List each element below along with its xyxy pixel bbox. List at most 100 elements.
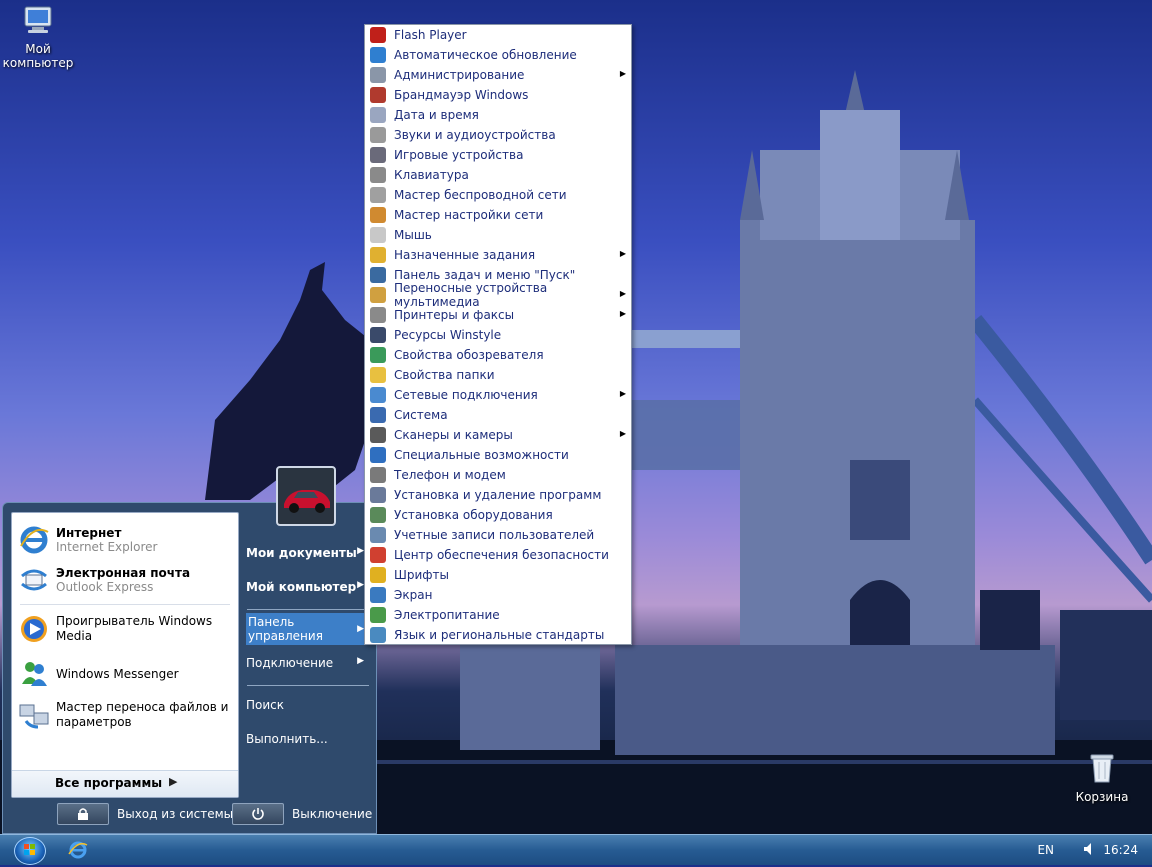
chevron-right-icon: ▶ <box>619 309 626 318</box>
chevron-right-icon: ▶ <box>357 656 364 666</box>
control-panel-item-label: Ресурсы Winstyle <box>394 328 502 342</box>
recycle-bin-icon <box>1066 752 1138 787</box>
language-indicator[interactable]: EN <box>1037 843 1054 857</box>
control-panel-item[interactable]: Автоматическое обновление <box>365 45 631 65</box>
pinned-subtitle: Outlook Express <box>56 580 154 594</box>
recent-windows-media-player[interactable]: Проигрыватель Windows Media <box>18 609 232 649</box>
control-panel-item[interactable]: Установка оборудования <box>365 505 631 525</box>
right-item-label: Подключение <box>246 656 334 670</box>
control-panel-applet-icon <box>370 87 386 103</box>
control-panel-item[interactable]: Сетевые подключения ▶ <box>365 385 631 405</box>
control-panel-item[interactable]: Специальные возможности <box>365 445 631 465</box>
control-panel-item-label: Установка оборудования <box>394 508 553 522</box>
chevron-right-icon: ▶ <box>619 69 626 78</box>
volume-icon[interactable] <box>1082 841 1096 860</box>
control-panel-applet-icon <box>370 207 386 223</box>
chevron-right-icon: ▶ <box>619 389 626 398</box>
control-panel-item[interactable]: Язык и региональные стандарты <box>365 625 631 645</box>
control-panel-item[interactable]: Клавиатура <box>365 165 631 185</box>
car-avatar-icon <box>278 468 334 524</box>
internet-explorer-icon <box>68 841 88 859</box>
control-panel-item[interactable]: Мастер беспроводной сети <box>365 185 631 205</box>
control-panel-item[interactable]: Брандмауэр Windows <box>365 85 631 105</box>
right-separator <box>247 609 369 610</box>
control-panel-applet-icon <box>370 427 386 443</box>
desktop-icon-my-computer[interactable]: Мой компьютер <box>2 4 74 70</box>
right-item-connect[interactable]: Подключение ▶ <box>246 656 370 676</box>
shutdown-button[interactable]: Выключение <box>232 803 372 825</box>
control-panel-item[interactable]: Электропитание <box>365 605 631 625</box>
control-panel-item-label: Специальные возможности <box>394 448 569 462</box>
control-panel-item[interactable]: Центр обеспечения безопасности <box>365 545 631 565</box>
control-panel-applet-icon <box>370 227 386 243</box>
control-panel-item[interactable]: Дата и время <box>365 105 631 125</box>
clock[interactable]: 16:24 <box>1103 843 1138 857</box>
control-panel-item[interactable]: Ресурсы Winstyle <box>365 325 631 345</box>
windows-messenger-icon <box>18 658 50 690</box>
right-item-search[interactable]: Поиск <box>246 698 370 718</box>
control-panel-applet-icon <box>370 447 386 463</box>
control-panel-applet-icon <box>370 247 386 263</box>
control-panel-item-label: Шрифты <box>394 568 449 582</box>
outlook-express-icon <box>18 564 50 596</box>
control-panel-item-label: Язык и региональные стандарты <box>394 628 605 642</box>
recent-label: Windows Messenger <box>56 666 179 681</box>
quicklaunch-internet-explorer[interactable] <box>68 840 88 863</box>
internet-explorer-icon <box>18 524 50 556</box>
control-panel-applet-icon <box>370 107 386 123</box>
control-panel-item[interactable]: Экран <box>365 585 631 605</box>
start-menu: Интернет Internet Explorer Электронная по… <box>2 502 377 834</box>
pinned-subtitle: Internet Explorer <box>56 540 158 554</box>
control-panel-applet-icon <box>370 527 386 543</box>
control-panel-item[interactable]: Шрифты <box>365 565 631 585</box>
control-panel-item[interactable]: Звуки и аудиоустройства <box>365 125 631 145</box>
pinned-email[interactable]: Электронная почта Outlook Express <box>18 560 232 600</box>
control-panel-applet-icon <box>370 367 386 383</box>
all-programs-label: Все программы <box>55 776 163 790</box>
control-panel-applet-icon <box>370 607 386 623</box>
all-programs-button[interactable]: Все программы ▶ <box>12 770 238 797</box>
control-panel-item[interactable]: Свойства обозревателя <box>365 345 631 365</box>
recent-files-transfer-wizard[interactable]: Мастер переноса файлов и параметров <box>18 695 232 735</box>
control-panel-item[interactable]: Назначенные задания ▶ <box>365 245 631 265</box>
recent-windows-messenger[interactable]: Windows Messenger <box>18 654 232 694</box>
user-avatar[interactable] <box>276 466 336 526</box>
pinned-internet-explorer[interactable]: Интернет Internet Explorer <box>18 520 232 560</box>
right-item-run[interactable]: Выполнить... <box>246 732 370 752</box>
control-panel-item[interactable]: Телефон и модем <box>365 465 631 485</box>
my-computer-icon <box>2 4 74 39</box>
desktop-icon-label: компьютер <box>2 56 74 70</box>
control-panel-item-label: Телефон и модем <box>394 468 506 482</box>
recent-label: параметров <box>56 715 132 729</box>
chevron-right-icon: ▶ <box>357 580 364 590</box>
control-panel-item[interactable]: Принтеры и факсы ▶ <box>365 305 631 325</box>
control-panel-item[interactable]: Система <box>365 405 631 425</box>
control-panel-item[interactable]: Игровые устройства <box>365 145 631 165</box>
control-panel-applet-icon <box>370 27 386 43</box>
right-item-my-documents[interactable]: Мои документы ▶ <box>246 546 370 566</box>
right-item-my-computer[interactable]: Мой компьютер ▶ <box>246 580 370 600</box>
right-item-control-panel[interactable]: Панель управления ▶ <box>246 613 370 645</box>
control-panel-applet-icon <box>370 267 386 283</box>
shutdown-label: Выключение <box>292 807 373 821</box>
control-panel-item[interactable]: Мастер настройки сети <box>365 205 631 225</box>
control-panel-item[interactable]: Учетные записи пользователей <box>365 525 631 545</box>
control-panel-applet-icon <box>370 47 386 63</box>
logoff-button[interactable]: Выход из системы <box>57 803 233 825</box>
start-button[interactable] <box>14 837 46 865</box>
control-panel-item[interactable]: Установка и удаление программ <box>365 485 631 505</box>
control-panel-item[interactable]: Свойства папки <box>365 365 631 385</box>
right-item-label: Панель <box>248 615 295 629</box>
control-panel-item-label: Мышь <box>394 228 432 242</box>
desktop-icon-recycle-bin[interactable]: Корзина <box>1066 752 1138 804</box>
control-panel-item-label: Система <box>394 408 448 422</box>
control-panel-item[interactable]: Администрирование ▶ <box>365 65 631 85</box>
windows-media-player-icon <box>18 613 50 645</box>
control-panel-submenu: Flash Player Автоматическое обновление Адм… <box>364 24 632 645</box>
control-panel-item[interactable]: Сканеры и камеры ▶ <box>365 425 631 445</box>
control-panel-item[interactable]: Flash Player <box>365 25 631 45</box>
start-menu-left-pane: Интернет Internet Explorer Электронная по… <box>11 512 239 798</box>
control-panel-item-label: Панель задач и меню "Пуск" <box>394 268 576 282</box>
control-panel-item[interactable]: Переносные устройства мультимедиа ▶ <box>365 281 631 309</box>
control-panel-item[interactable]: Мышь <box>365 225 631 245</box>
